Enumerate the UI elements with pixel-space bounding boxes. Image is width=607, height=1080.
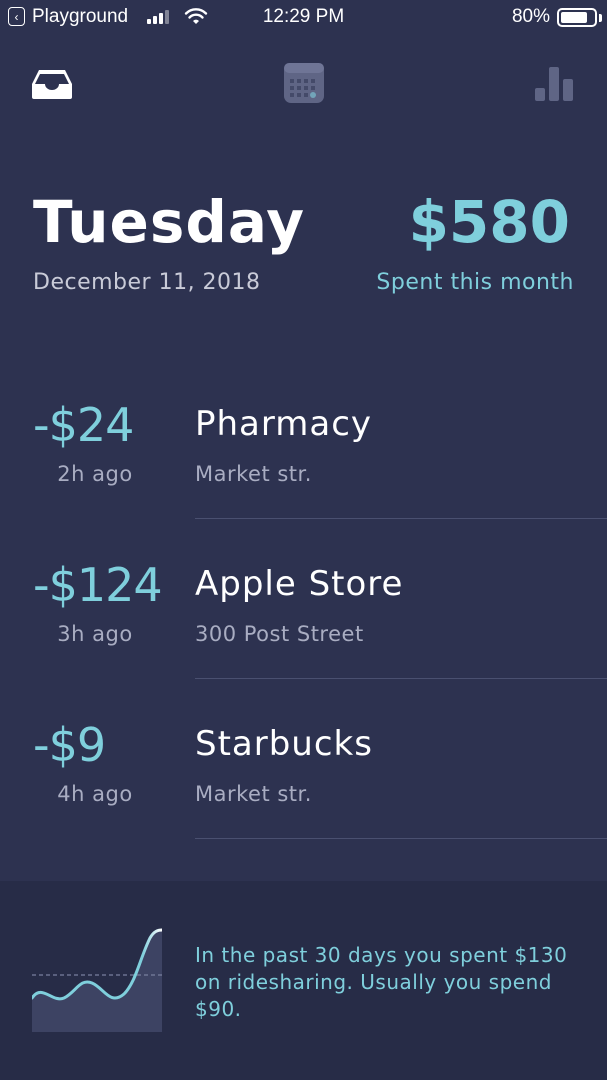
insight-message: In the past 30 days you spent $130 on ri… [195,943,568,1021]
transaction-merchant: Starbucks [195,724,373,764]
divider [195,838,607,839]
day-title: Tuesday [33,188,306,256]
inbox-icon[interactable] [31,68,73,100]
transaction-location: 300 Post Street [195,622,364,646]
transaction-time: 4h ago [57,782,133,806]
status-bar: ‹ Playground 12:29 PM 80% [0,0,607,34]
ridesharing-trend-sparkline [32,928,162,1032]
transaction-row[interactable]: -$24 2h ago Pharmacy Market str. [0,398,607,558]
battery-icon [557,8,597,27]
transaction-time: 3h ago [57,622,133,646]
transaction-amount: -$24 [33,398,134,452]
current-date: December 11, 2018 [33,270,261,295]
transaction-time: 2h ago [57,462,133,486]
bar-chart-icon[interactable] [533,66,575,102]
transaction-location: Market str. [195,462,312,486]
transaction-merchant: Apple Store [195,564,404,604]
transaction-row[interactable]: -$9 4h ago Starbucks Market str. [0,718,607,878]
calendar-icon[interactable] [283,62,325,104]
divider [195,518,607,519]
divider [195,678,607,679]
monthly-total: $580 [408,188,570,256]
transaction-amount: -$124 [33,558,163,612]
transaction-amount: -$9 [33,718,106,772]
monthly-total-caption: Spent this month [376,270,574,295]
battery-percent: 80% [511,6,550,27]
battery-tip [599,14,602,22]
transaction-location: Market str. [195,782,312,806]
transaction-row[interactable]: -$124 3h ago Apple Store 300 Post Street [0,558,607,718]
transaction-merchant: Pharmacy [195,404,373,444]
spending-insight-card[interactable]: In the past 30 days you spent $130 on ri… [0,881,607,1080]
